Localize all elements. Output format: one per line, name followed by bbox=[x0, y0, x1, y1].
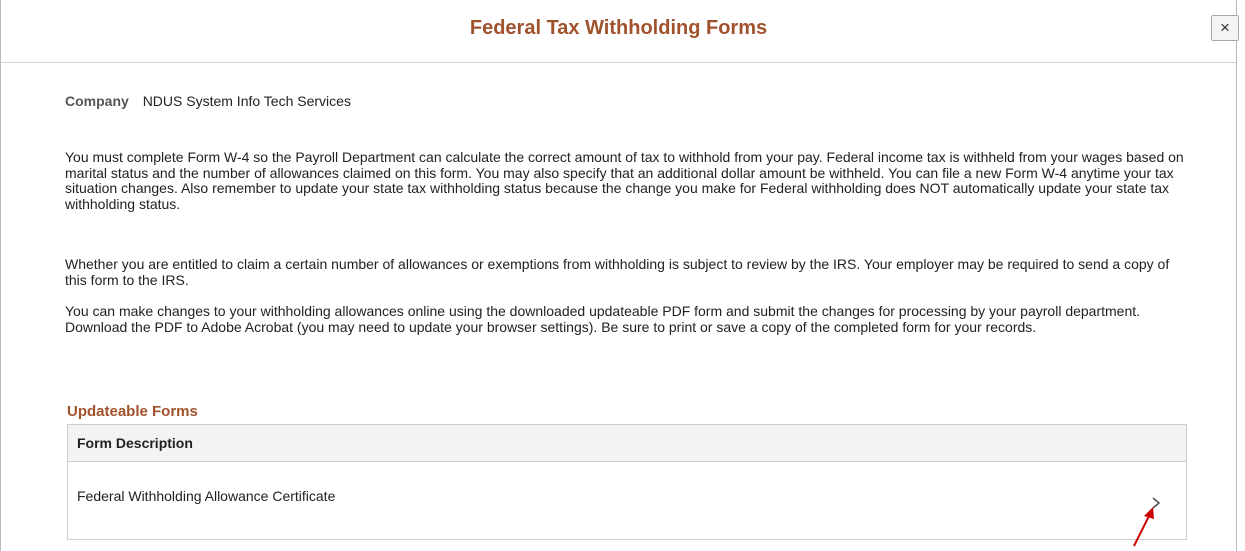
form-row-federal-withholding[interactable]: Federal Withholding Allowance Certificat… bbox=[68, 462, 1186, 539]
annotation-arrow-icon bbox=[1133, 507, 1154, 547]
close-icon: × bbox=[1220, 18, 1230, 37]
dialog-header: Federal Tax Withholding Forms × bbox=[1, 0, 1239, 63]
column-header-form-description: Form Description bbox=[68, 425, 1186, 462]
company-field: Company NDUS System Info Tech Services bbox=[65, 93, 351, 109]
dialog-title: Federal Tax Withholding Forms bbox=[469, 17, 768, 39]
updateable-forms-title: Updateable Forms bbox=[67, 403, 198, 420]
form-description: Federal Withholding Allowance Certificat… bbox=[77, 488, 336, 504]
instructions-paragraph-1: You must complete Form W-4 so the Payrol… bbox=[65, 149, 1184, 212]
forms-grid: Form Description Federal Withholding All… bbox=[67, 424, 1187, 540]
company-value: NDUS System Info Tech Services bbox=[142, 93, 351, 109]
tax-forms-dialog: Federal Tax Withholding Forms × Company … bbox=[0, 0, 1239, 551]
company-label: Company bbox=[65, 93, 129, 109]
instructions-paragraph-2: Whether you are entitled to claim a cert… bbox=[65, 256, 1170, 288]
close-button[interactable]: × bbox=[1211, 15, 1239, 41]
instructions-paragraph-3: You can make changes to your withholding… bbox=[65, 303, 1141, 335]
